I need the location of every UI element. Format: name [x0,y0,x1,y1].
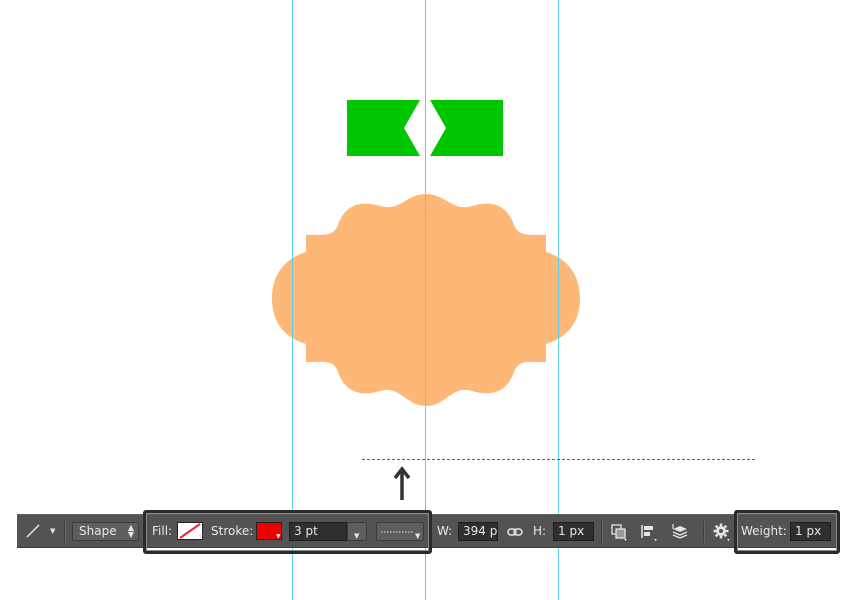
up-arrow-icon [390,464,414,505]
green-ribbon-left[interactable] [347,100,420,156]
divider [601,521,603,543]
updown-arrows-icon: ▲ ▼ [127,523,134,539]
tool-preset-caret-icon[interactable]: ▼ [50,527,55,535]
height-input[interactable]: 1 px [553,522,594,541]
width-value: 394 px [463,524,498,538]
width-label: W: [437,524,453,538]
weight-highlight [734,510,840,554]
height-label: H: [533,524,547,538]
divider [64,521,66,543]
link-chain-icon[interactable] [507,524,523,538]
path-operations-icon[interactable] [610,523,628,541]
path-alignment-icon[interactable] [640,523,658,541]
gear-icon[interactable] [713,523,731,541]
path-arrangement-icon[interactable] [671,523,689,541]
tool-mode-value: Shape [79,524,117,538]
tool-mode-dropdown[interactable]: Shape ▲ ▼ [72,522,139,541]
width-input[interactable]: 394 px [458,522,498,541]
fill-stroke-highlight [143,510,432,554]
w-label-wrap: W: [437,515,452,547]
line-tool-icon[interactable] [25,523,41,539]
height-value: 1 px [558,524,585,538]
h-label-wrap: H: [533,515,546,547]
divider [703,521,705,543]
options-bar: ▼ Shape ▲ ▼ Fill: ▼ Stroke: ▼ 3 pt ▼ ▼ W:… [17,510,840,554]
green-ribbon-right[interactable] [430,100,503,156]
